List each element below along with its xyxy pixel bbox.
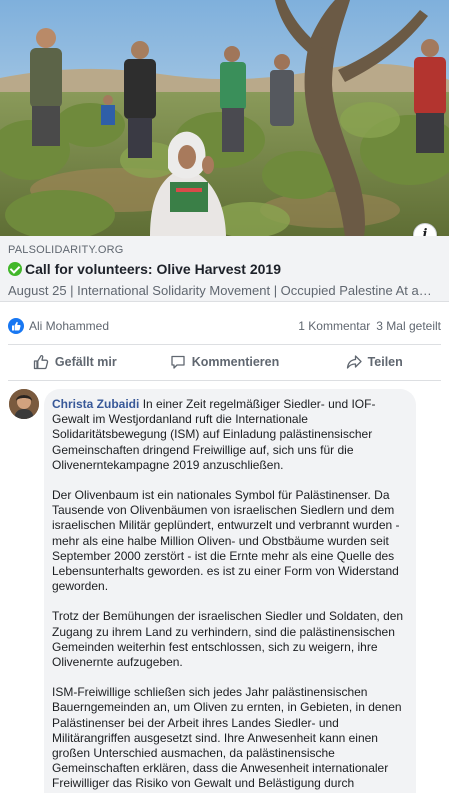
link-preview-image[interactable]: i bbox=[0, 0, 449, 236]
like-button-label: Gefällt mir bbox=[54, 355, 117, 369]
link-domain: PALSOLIDARITY.ORG bbox=[8, 244, 124, 256]
verified-check-icon bbox=[8, 262, 22, 276]
share-button-label: Teilen bbox=[367, 355, 403, 369]
comment-paragraph-2: Der Olivenbaum ist ein nationales Symbol… bbox=[52, 488, 400, 594]
comment-paragraph-4: ISM-Freiwillige schließen sich jedes Jah… bbox=[52, 685, 402, 793]
olive-harvest-photo bbox=[0, 0, 449, 236]
comment-bubble: Christa Zubaidi In einer Zeit regelmäßig… bbox=[44, 389, 416, 793]
link-meta: August 25 | International Solidarity Mov… bbox=[8, 283, 432, 298]
link-headline-row[interactable]: Call for volunteers: Olive Harvest 2019 bbox=[8, 260, 441, 278]
link-preview-caption[interactable]: PALSOLIDARITY.ORG Call for volunteers: O… bbox=[0, 236, 449, 302]
action-bar: Gefällt mir Kommentieren Teilen bbox=[0, 346, 449, 378]
comment-author[interactable]: Christa Zubaidi bbox=[52, 397, 139, 411]
thumbs-up-icon bbox=[33, 354, 49, 370]
divider-bottom bbox=[8, 380, 441, 381]
link-title[interactable]: Call for volunteers: Olive Harvest 2019 bbox=[25, 261, 281, 277]
share-count[interactable]: 3 Mal geteilt bbox=[376, 319, 441, 333]
avatar-photo bbox=[9, 389, 39, 419]
share-icon bbox=[346, 355, 362, 369]
like-reaction-icon[interactable] bbox=[8, 318, 24, 334]
comment-button-label: Kommentieren bbox=[191, 355, 280, 369]
divider-top bbox=[8, 344, 441, 345]
comment-button[interactable]: Kommentieren bbox=[150, 346, 300, 378]
avatar[interactable] bbox=[9, 389, 39, 419]
share-button[interactable]: Teilen bbox=[299, 346, 449, 378]
comment-paragraph-1: Christa Zubaidi In einer Zeit regelmäßig… bbox=[52, 397, 406, 473]
comment-paragraph-3: Trotz der Bemühungen der israelischen Si… bbox=[52, 609, 404, 670]
like-button[interactable]: Gefällt mir bbox=[0, 346, 150, 378]
comment-count[interactable]: 1 Kommentar bbox=[298, 319, 370, 333]
reactor-name[interactable]: Ali Mohammed bbox=[29, 319, 109, 333]
reactions-row: Ali Mohammed 1 Kommentar 3 Mal geteilt bbox=[0, 312, 449, 340]
comment-icon bbox=[171, 355, 185, 369]
